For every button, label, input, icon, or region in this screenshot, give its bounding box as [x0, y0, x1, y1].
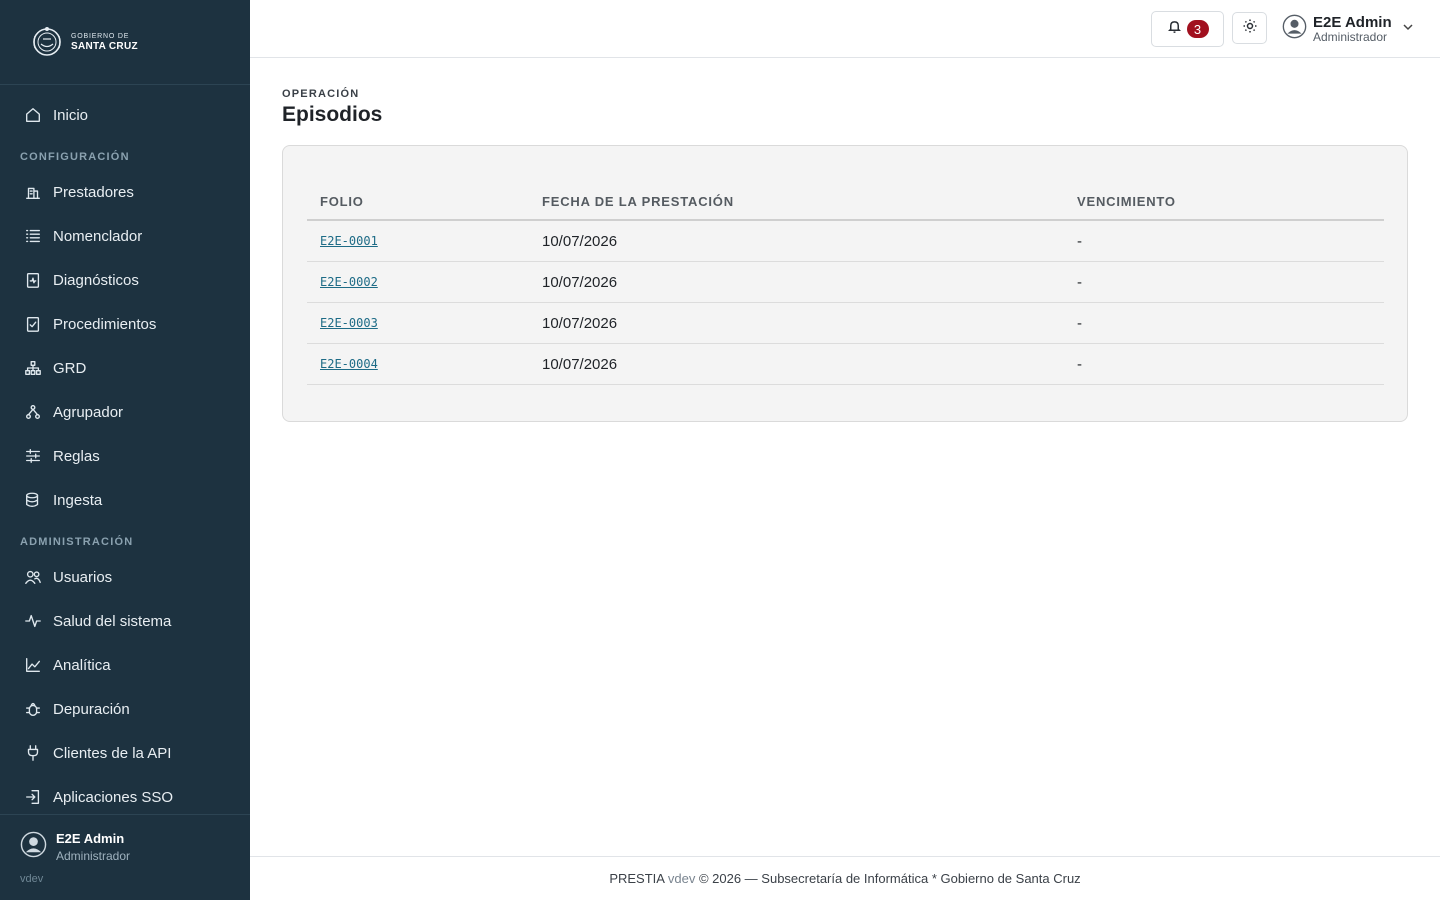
topbar: 3 E2E Admin Administrador [250, 0, 1440, 58]
clipboard-pulse-icon [23, 270, 43, 290]
fecha-cell: 10/07/2026 [542, 233, 618, 250]
sidebar-item-salud-del-sistema[interactable]: Salud del sistema [0, 601, 250, 641]
episodes-card: FOLIO FECHA DE LA PRESTACIÓN VENCIMIENTO… [282, 145, 1408, 422]
sidebar-item-label: Agrupador [53, 403, 124, 421]
table-row: E2E-0001 10/07/2026 - [307, 221, 1384, 262]
episodes-table: FOLIO FECHA DE LA PRESTACIÓN VENCIMIENTO… [307, 183, 1384, 385]
sidebar-item-depuracion[interactable]: Depuración [0, 689, 250, 729]
sidebar-item-label: GRD [53, 359, 87, 377]
table-row: E2E-0004 10/07/2026 - [307, 344, 1384, 385]
folio-link[interactable]: E2E-0002 [320, 275, 378, 289]
sidebar-item-agrupador[interactable]: Agrupador [0, 392, 250, 432]
sidebar-item-label: Ingesta [53, 491, 103, 509]
sidebar-item-prestadores[interactable]: Prestadores [0, 172, 250, 212]
sidebar-item-grd[interactable]: GRD [0, 348, 250, 388]
sidebar-version: vdev [20, 873, 44, 885]
folio-link[interactable]: E2E-0003 [320, 316, 378, 330]
fecha-cell: 10/07/2026 [542, 315, 618, 332]
page-title: Episodios [282, 103, 383, 126]
sidebar-item-aplicaciones-sso[interactable]: Aplicaciones SSO [0, 777, 250, 817]
sidebar-item-analitica[interactable]: Analítica [0, 645, 250, 685]
network-icon [23, 402, 43, 422]
section-configuracion: CONFIGURACIÓN [20, 151, 130, 163]
column-header-vencimiento[interactable]: VENCIMIENTO [1077, 194, 1176, 209]
table-header: FOLIO FECHA DE LA PRESTACIÓN VENCIMIENTO [307, 183, 1384, 221]
brand-line2: SANTA CRUZ [71, 40, 138, 52]
user-menu[interactable]: E2E Admin Administrador [1282, 12, 1414, 46]
sidebar-item-label: Aplicaciones SSO [53, 788, 174, 806]
table-row: E2E-0003 10/07/2026 - [307, 303, 1384, 344]
sidebar-item-diagnosticos[interactable]: Diagnósticos [0, 260, 250, 300]
sidebar-item-nomenclador[interactable]: Nomenclador [0, 216, 250, 256]
sidebar-footer: E2E Admin Administrador vdev [0, 814, 250, 900]
sliders-icon [23, 446, 43, 466]
plug-icon [23, 743, 43, 763]
sidebar-item-label: Diagnósticos [53, 271, 139, 289]
sidebar-item-label: Inicio [53, 106, 89, 124]
sidebar-item-usuarios[interactable]: Usuarios [0, 557, 250, 597]
hierarchy-icon [23, 358, 43, 378]
user-avatar-icon [1282, 14, 1307, 44]
fecha-cell: 10/07/2026 [542, 274, 618, 291]
sidebar-item-label: Usuarios [53, 568, 113, 586]
sidebar-item-ingesta[interactable]: Ingesta [0, 480, 250, 520]
sidebar-item-reglas[interactable]: Reglas [0, 436, 250, 476]
chart-line-icon [23, 655, 43, 675]
list-icon [23, 226, 43, 246]
notifications-badge: 3 [1186, 20, 1209, 38]
fecha-cell: 10/07/2026 [542, 356, 618, 373]
government-seal-icon [30, 24, 63, 60]
vencimiento-cell: - [1077, 233, 1082, 250]
brand-logo[interactable]: GOBIERNO DE SANTA CRUZ [0, 0, 250, 85]
clipboard-check-icon [23, 314, 43, 334]
sidebar-item-procedimientos[interactable]: Procedimientos [0, 304, 250, 344]
vencimiento-cell: - [1077, 356, 1082, 373]
sidebar-item-label: Nomenclador [53, 227, 143, 245]
users-icon [23, 567, 43, 587]
user-menu-role: Administrador [1313, 30, 1388, 44]
vencimiento-cell: - [1077, 315, 1082, 332]
page-eyebrow: OPERACIÓN [282, 88, 360, 100]
sidebar-item-label: Reglas [53, 447, 100, 465]
theme-toggle-button[interactable] [1232, 12, 1267, 44]
bell-icon [1167, 19, 1182, 39]
sidebar-user-role: Administrador [56, 849, 131, 863]
column-header-fecha[interactable]: FECHA DE LA PRESTACIÓN [542, 194, 734, 209]
sidebar-item-label: Analítica [53, 656, 111, 674]
vencimiento-cell: - [1077, 274, 1082, 291]
footer-version: vdev [667, 871, 696, 886]
notifications-button[interactable]: 3 [1151, 11, 1224, 47]
sidebar-item-label: Salud del sistema [53, 612, 172, 630]
building-icon [23, 182, 43, 202]
footer-app-name: PRESTIA [609, 871, 665, 886]
page-footer: PRESTIA vdev © 2026 — Subsecretaría de I… [250, 856, 1440, 900]
database-icon [23, 490, 43, 510]
folio-link[interactable]: E2E-0001 [320, 234, 378, 248]
sidebar-item-label: Depuración [53, 700, 130, 718]
column-header-folio[interactable]: FOLIO [320, 194, 364, 209]
sun-icon [1243, 19, 1257, 38]
sidebar: GOBIERNO DE SANTA CRUZ Inicio CONFIGURAC… [0, 0, 250, 900]
sidebar-item-label: Procedimientos [53, 315, 157, 333]
chevron-down-icon [1402, 20, 1414, 38]
user-avatar-icon [20, 831, 47, 863]
sidebar-user-name: E2E Admin [56, 831, 125, 846]
sidebar-item-label: Prestadores [53, 183, 134, 201]
sidebar-item-inicio[interactable]: Inicio [0, 95, 250, 135]
sign-in-icon [23, 787, 43, 807]
sidebar-item-label: Clientes de la API [53, 744, 172, 762]
sidebar-user[interactable]: E2E Admin Administrador [20, 831, 130, 863]
sidebar-item-clientes-api[interactable]: Clientes de la API [0, 733, 250, 773]
footer-copyright: © 2026 — Subsecretaría de Informática * … [698, 871, 1081, 886]
section-administracion: ADMINISTRACIÓN [20, 536, 134, 548]
brand-line1: GOBIERNO DE [71, 32, 130, 40]
bug-icon [23, 699, 43, 719]
folio-link[interactable]: E2E-0004 [320, 357, 378, 371]
table-row: E2E-0002 10/07/2026 - [307, 262, 1384, 303]
user-menu-name: E2E Admin [1313, 14, 1392, 31]
home-icon [23, 105, 43, 125]
activity-icon [23, 611, 43, 631]
